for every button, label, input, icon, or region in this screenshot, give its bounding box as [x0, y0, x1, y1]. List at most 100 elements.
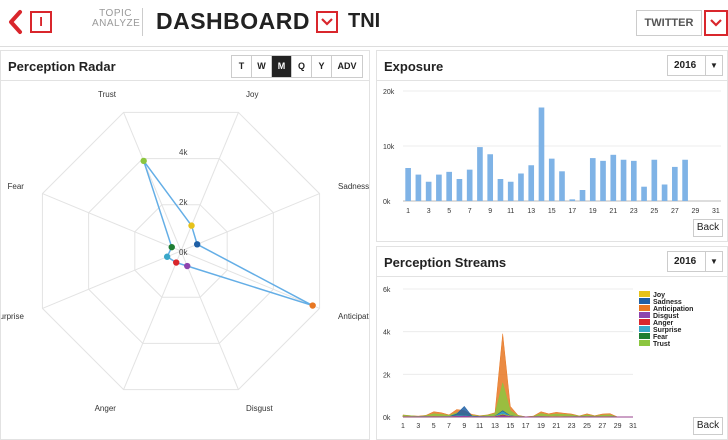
streams-legend-swatch	[639, 340, 650, 346]
dashboard-dropdown-button[interactable]	[316, 11, 338, 33]
tab-range-m[interactable]: M	[272, 56, 292, 77]
radar-axis-label: Sadness	[338, 182, 369, 191]
streams-x-tick-label: 21	[552, 423, 560, 430]
radar-point	[309, 302, 316, 309]
radar-spoke	[123, 112, 182, 252]
radar-chart: 0k 2k 4k Joy Sadness Anticipation Disgust Anger…	[1, 90, 369, 413]
source-selector[interactable]: TWITTER	[636, 10, 702, 36]
exposure-y-tick-label: 20k	[383, 89, 395, 96]
brand-line-2: ANALYZE	[92, 18, 141, 29]
streams-legend-swatch	[639, 326, 650, 332]
exposure-bar	[610, 154, 617, 201]
exposure-bar	[528, 165, 535, 201]
streams-area-anticipation	[402, 333, 633, 418]
exposure-bar	[466, 169, 473, 201]
tab-range-adv[interactable]: ADV	[332, 56, 362, 77]
exposure-x-tick-label: 19	[589, 208, 597, 215]
exposure-x-tick-label: 15	[548, 208, 556, 215]
exposure-x-tick-label: 9	[488, 208, 492, 215]
exposure-bar	[538, 107, 545, 201]
page-title: DASHBOARD	[156, 8, 310, 34]
exposure-bar	[507, 181, 514, 201]
exposure-x-tick-label: 7	[468, 208, 472, 215]
tab-range-q[interactable]: Q	[292, 56, 312, 77]
streams-year-select[interactable]: 2016 ▼	[667, 251, 723, 272]
exposure-x-tick-label: 27	[671, 208, 679, 215]
exposure-bar	[641, 186, 647, 201]
radar-ring-label: 4k	[179, 148, 188, 157]
radar-panel-header: Perception Radar T W M Q Y ADV	[1, 51, 369, 81]
streams-legend-label: Disgust	[653, 313, 679, 320]
exposure-bar	[569, 199, 576, 201]
streams-panel-header: Perception Streams 2016 ▼	[377, 247, 727, 277]
streams-legend-label: Anger	[653, 320, 674, 327]
exposure-x-tick-label: 21	[609, 208, 617, 215]
streams-y-tick-label: 6k	[383, 287, 391, 294]
tab-range-y[interactable]: Y	[312, 56, 332, 77]
radar-ring-label: 0k	[179, 248, 188, 257]
radar-point	[140, 157, 147, 165]
tab-range-t[interactable]: T	[232, 56, 252, 77]
exposure-x-tick-label: 23	[630, 208, 638, 215]
streams-year-value: 2016	[674, 256, 697, 267]
exposure-bar	[651, 159, 658, 201]
tab-range-w[interactable]: W	[252, 56, 272, 77]
exposure-y-tick-label: 10k	[383, 144, 395, 151]
exposure-x-tick-label: 5	[447, 208, 451, 215]
source-dropdown-button[interactable]	[704, 10, 728, 36]
streams-x-tick-label: 29	[614, 423, 622, 430]
radar-axis-label: Anger	[95, 404, 117, 413]
streams-legend-label: Trust	[653, 341, 671, 348]
topic-title: TNI	[348, 10, 381, 32]
radar-spoke	[123, 250, 182, 390]
exposure-bar	[672, 166, 678, 201]
streams-legend-label: Surprise	[653, 327, 682, 334]
caret-down-icon: ▼	[705, 56, 722, 75]
streams-y-tick-label: 2k	[383, 372, 391, 379]
exposure-bar	[446, 171, 452, 201]
streams-legend-swatch	[639, 319, 650, 325]
chevron-down-icon	[321, 18, 333, 26]
streams-legend-swatch	[639, 333, 650, 339]
exposure-x-tick-label: 17	[568, 208, 576, 215]
exposure-bar	[600, 160, 606, 201]
exposure-x-tick-label: 11	[507, 208, 514, 215]
exposure-bar	[487, 154, 494, 201]
exposure-x-tick-label: 13	[527, 208, 535, 215]
streams-y-tick-label: 0k	[383, 415, 391, 422]
exposure-bar	[548, 158, 555, 201]
streams-x-tick-label: 9	[462, 423, 466, 430]
streams-x-tick-label: 23	[568, 423, 576, 430]
streams-area-chart: 0k2k4k6k1 3 5 7 9 11 13 15 17 19 21 23 25 27 29 31JoySa…	[383, 287, 693, 430]
radar-point	[193, 241, 201, 248]
streams-x-tick-label: 13	[491, 423, 499, 430]
chevron-left-icon[interactable]	[6, 9, 26, 35]
streams-x-tick-label: 17	[522, 423, 530, 430]
time-range-tabs: T W M Q Y ADV	[231, 55, 363, 78]
streams-back-button[interactable]: Back	[693, 417, 723, 435]
radar-axis-label: Fear	[7, 182, 24, 191]
streams-legend-label: Joy	[653, 292, 665, 299]
streams-legend-label: Sadness	[653, 299, 682, 306]
top-bar: I TOPIC ANALYZE DASHBOARD TNI TWITTER	[0, 0, 728, 47]
radar-axis-label: Trust	[98, 90, 117, 99]
exposure-back-button[interactable]: Back	[693, 219, 723, 237]
exposure-bar	[518, 173, 524, 201]
streams-x-tick-label: 7	[447, 423, 451, 430]
radar-point	[173, 259, 180, 266]
chevron-down-icon	[710, 19, 722, 27]
exposure-x-tick-label: 25	[650, 208, 658, 215]
info-button[interactable]: I	[30, 11, 52, 33]
radar-point	[163, 253, 171, 260]
exposure-bar-chart: 0k10k20k1 3 5 7 9 11 13 15 17 19 21 23 25 27 29 31	[383, 89, 721, 215]
streams-legend-label: Fear	[653, 334, 668, 341]
exposure-x-tick-label: 31	[712, 208, 720, 215]
exposure-bar	[456, 179, 463, 201]
header-divider	[142, 8, 143, 36]
radar-spoke	[180, 193, 320, 252]
radar-spoke	[42, 193, 182, 252]
streams-x-tick-label: 31	[629, 423, 637, 430]
radar-spoke	[180, 112, 239, 252]
exposure-year-select[interactable]: 2016 ▼	[667, 55, 723, 76]
perception-radar-panel: Perception Radar T W M Q Y ADV 0k 2k 4k Joy…	[0, 50, 370, 440]
